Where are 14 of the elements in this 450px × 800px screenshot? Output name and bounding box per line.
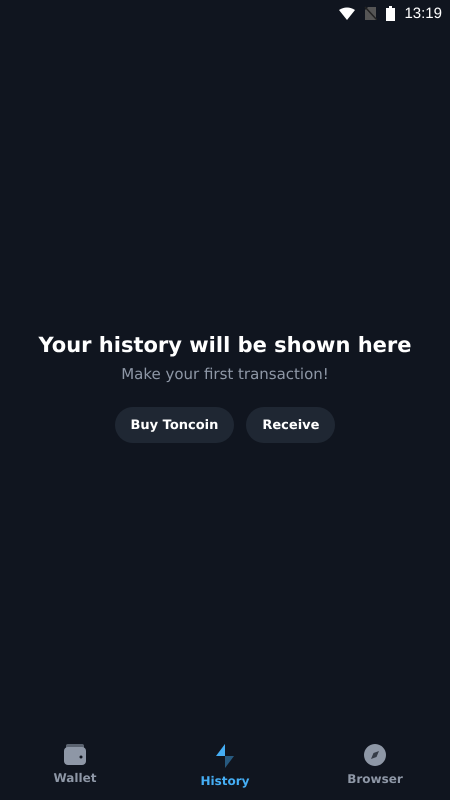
wallet-icon (64, 744, 86, 765)
lightning-icon (214, 744, 236, 768)
tab[interactable]: Wallet (0, 730, 150, 800)
compass-icon (364, 744, 386, 766)
tab[interactable]: History (150, 730, 300, 800)
action-button[interactable]: Receive (246, 407, 336, 443)
action-button[interactable]: Buy Toncoin (114, 407, 234, 443)
no-sim-icon (364, 6, 378, 20)
wifi-icon (339, 6, 356, 20)
battery-icon (386, 6, 396, 20)
empty-state-subtitle: Make your first transaction! (121, 365, 329, 383)
empty-state-title: Your history will be shown here (38, 333, 412, 357)
tab[interactable]: Browser (300, 730, 450, 800)
status-time: 13:19 (404, 4, 442, 22)
